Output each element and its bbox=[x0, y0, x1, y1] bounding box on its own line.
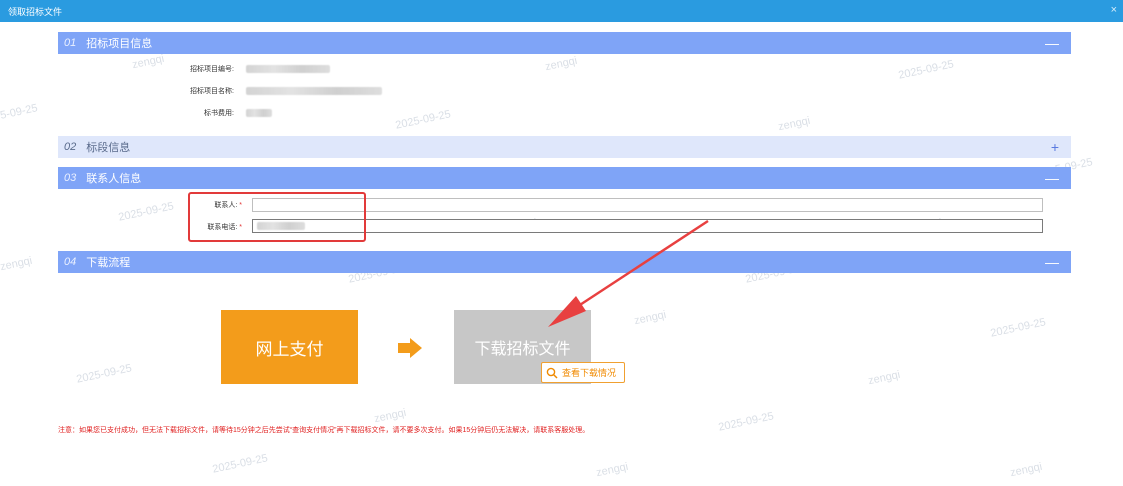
section-download-process-header[interactable]: 04 下载流程 — bbox=[58, 251, 1071, 273]
section-title: 联系人信息 bbox=[86, 173, 142, 185]
section-number: 03 bbox=[64, 172, 77, 184]
section-title: 招标项目信息 bbox=[86, 38, 153, 50]
project-number-row: 招标项目编号: bbox=[158, 64, 330, 74]
project-name-value-redacted bbox=[246, 87, 382, 95]
section-number: 01 bbox=[64, 37, 77, 49]
bid-fee-row: 标书费用: bbox=[158, 108, 272, 118]
download-bid-file-dialog: 领取招标文件 × zengqi zengqi 2025-09-25 5-09-2… bbox=[0, 0, 1123, 486]
watermark-date: 2025-09-25 bbox=[989, 316, 1047, 340]
project-number-label: 招标项目编号: bbox=[190, 66, 234, 73]
contact-phone-input[interactable] bbox=[252, 219, 1043, 233]
watermark-date: 2025-09-25 bbox=[75, 362, 133, 386]
section-number: 04 bbox=[64, 256, 77, 268]
watermark-user: zengqi bbox=[633, 308, 668, 328]
watermark-user: zengqi bbox=[867, 368, 902, 388]
section-title: 下载流程 bbox=[86, 257, 131, 269]
check-download-status-label: 查看下载情况 bbox=[562, 368, 617, 378]
watermark-user: zengqi bbox=[544, 54, 579, 74]
watermark-date: 5-09-25 bbox=[0, 102, 39, 122]
project-name-row: 招标项目名称: bbox=[158, 86, 382, 96]
contact-name-input[interactable] bbox=[252, 198, 1043, 212]
watermark-user: zengqi bbox=[777, 114, 812, 134]
watermark-user: zengqi bbox=[0, 254, 34, 274]
bid-fee-value-redacted bbox=[246, 109, 272, 117]
expand-icon[interactable]: + bbox=[1051, 138, 1059, 156]
project-number-value-redacted bbox=[246, 65, 330, 73]
watermark-date: 2025-09-25 bbox=[394, 108, 452, 132]
watermark-user: zengqi bbox=[373, 406, 408, 426]
section-number: 02 bbox=[64, 141, 77, 153]
highlight-box bbox=[188, 192, 366, 242]
collapse-icon[interactable]: — bbox=[1045, 169, 1059, 187]
bid-fee-label: 标书费用: bbox=[204, 110, 234, 117]
section-title: 标段信息 bbox=[86, 142, 131, 154]
close-icon[interactable]: × bbox=[1111, 4, 1117, 16]
section-contact-info-header[interactable]: 03 联系人信息 — bbox=[58, 167, 1071, 189]
watermark-date: 2025-09-25 bbox=[897, 58, 955, 82]
dialog-title: 领取招标文件 bbox=[8, 6, 63, 17]
search-icon bbox=[546, 367, 558, 379]
check-download-status-button[interactable]: 查看下载情况 bbox=[541, 362, 625, 383]
arrow-right-icon bbox=[398, 338, 422, 358]
section-project-info-header[interactable]: 01 招标项目信息 — bbox=[58, 32, 1071, 54]
watermark-date: 2025-09-25 bbox=[117, 200, 175, 224]
online-payment-button[interactable]: 网上支付 bbox=[221, 310, 358, 384]
watermark-user: zengqi bbox=[595, 460, 630, 480]
watermark-user: zengqi bbox=[1009, 460, 1044, 480]
dialog-titlebar: 领取招标文件 × bbox=[0, 0, 1123, 22]
project-name-label: 招标项目名称: bbox=[190, 88, 234, 95]
watermark-date: 2025-09-25 bbox=[717, 410, 775, 434]
watermark-date: 2025-09-25 bbox=[211, 452, 269, 476]
payment-notice: 注意：如果您已支付成功，但无法下载招标文件，请等待15分钟之后先尝试“查询支付情… bbox=[58, 427, 590, 434]
collapse-icon[interactable]: — bbox=[1045, 34, 1059, 52]
collapse-icon[interactable]: — bbox=[1045, 253, 1059, 271]
section-lot-info-header[interactable]: 02 标段信息 + bbox=[58, 136, 1071, 158]
